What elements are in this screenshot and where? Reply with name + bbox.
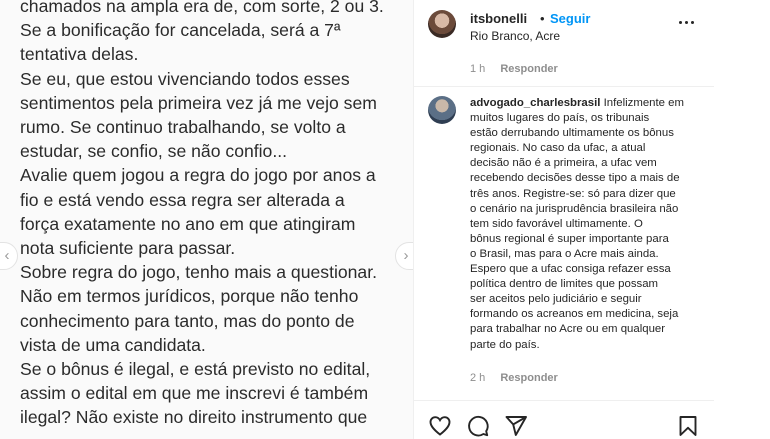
comment-text-line: decisão não é a primeira, a ufac vem [470,157,657,170]
post-text-line: Se eu, que estou vivenciando todos esses [20,68,350,89]
post-image: chamados na ampla era de, com sorte, 2 o… [0,0,413,439]
comment-text-line: o cenário na jurisprudência brasileira n… [470,202,679,215]
post-text-line: sentimentos pela primeira vez já me vejo… [20,92,377,113]
caption-time: 1 h [470,63,486,75]
separator-dot: • [540,11,545,26]
post-text-line: Se o bônus é ilegal, e está previsto no … [20,359,371,380]
comment-icon[interactable] [466,414,490,438]
post-text-line: fio e está vendo essa regra ser alterada… [20,189,345,210]
comment-text-line: muitos lugares do país, os tribunais [470,112,650,125]
share-icon[interactable] [504,414,528,438]
post-text-line: Se a bonificação for cancelada, será a 7… [20,20,341,41]
post-details-panel: itsbonelli • Seguir Rio Branco, Acre 1 h… [413,0,770,439]
panel-margin [714,0,770,439]
comment-text-line: política dentro de limites que possam [470,278,659,291]
heart-icon[interactable] [428,414,452,438]
post-text-line: rumo. Se continuo trabalhando, se volto … [20,117,346,138]
post-text-line: vista de uma candidata. [20,334,206,355]
comment-text: Infelizmente em [603,97,684,109]
comment-time: 2 h [470,372,486,384]
comment-text-line: bônus regional é super importante para [470,232,669,245]
post-text-line: força exatamente no ano em que atingiram [20,213,356,234]
post-text-line: Avalie quem jogou a regra do jogo por an… [20,165,376,186]
post-text-line: estudar, se confio, se não confio... [20,141,288,162]
follow-button[interactable]: Seguir [550,11,590,26]
commenter-username[interactable]: advogado_charlesbrasil [470,97,600,109]
post-text-line: tentativa delas. [20,44,139,65]
post-header: itsbonelli • Seguir Rio Branco, Acre [414,0,714,50]
more-options-icon[interactable] [676,12,696,32]
comment-reply-button[interactable]: Responder [500,372,557,384]
post-location[interactable]: Rio Branco, Acre [470,29,560,43]
caption-reply-button[interactable]: Responder [500,63,557,75]
post-text-line: Sobre regra do jogo, tenho mais a questi… [20,262,377,283]
caption-meta: 1 h Responder [470,63,558,75]
post-text-line: chamados na ampla era de, com sorte, 2 o… [20,0,384,16]
owner-avatar[interactable] [428,10,456,38]
divider [414,400,714,401]
comment-text-line: o Brasil, mas para o Acre mais ainda. [470,247,659,260]
comment-meta: 2 h Responder [470,372,558,384]
comment-text-line: parte do país. [470,338,540,351]
comment-text-line: Espero que a ufac consiga refazer essa [470,263,671,276]
post-text-line: nota suficiente para passar. [20,238,236,259]
comment-text-line: formando os acreanos em medicina, seja [470,308,679,321]
post-text-line: assim o edital em que me inscrevi é tamb… [20,383,369,404]
previous-slide-button[interactable]: ‹ [0,242,18,270]
comment-first-line: advogado_charlesbrasil Infelizmente em [470,96,702,111]
save-icon[interactable] [676,414,700,438]
commenter-avatar[interactable] [428,96,456,124]
comment-text-line: para trabalhar no Acre ou em qualquer [470,323,666,336]
comment-text-line: ser aceitos pelo judiciário e seguir [470,293,642,306]
comment-text-line: três anos. Registre-se: só para dizer qu… [470,187,676,200]
comment: advogado_charlesbrasil Infelizmente em m… [470,96,702,353]
post-actions [414,410,714,439]
post-text-line: Não em termos jurídicos, porque não tenh… [20,286,359,307]
post-text: chamados na ampla era de, com sorte, 2 o… [20,0,400,430]
comment-text-line: regionais. No caso da ufac, a atual [470,142,646,155]
post-text-line: ilegal? Não existe no direito instrument… [20,407,368,428]
divider [414,86,714,87]
comment-text-line: recebendo decisões desse tipo a mais de [470,172,680,185]
owner-username[interactable]: itsbonelli [470,11,527,26]
comment-text-line: tem sido favorável ultimamente. O [470,217,643,230]
comment-text-line: estão derrubando ultimamente os bônus [470,127,674,140]
post-text-line: conhecimento para tanto, mas do ponto de [20,310,355,331]
